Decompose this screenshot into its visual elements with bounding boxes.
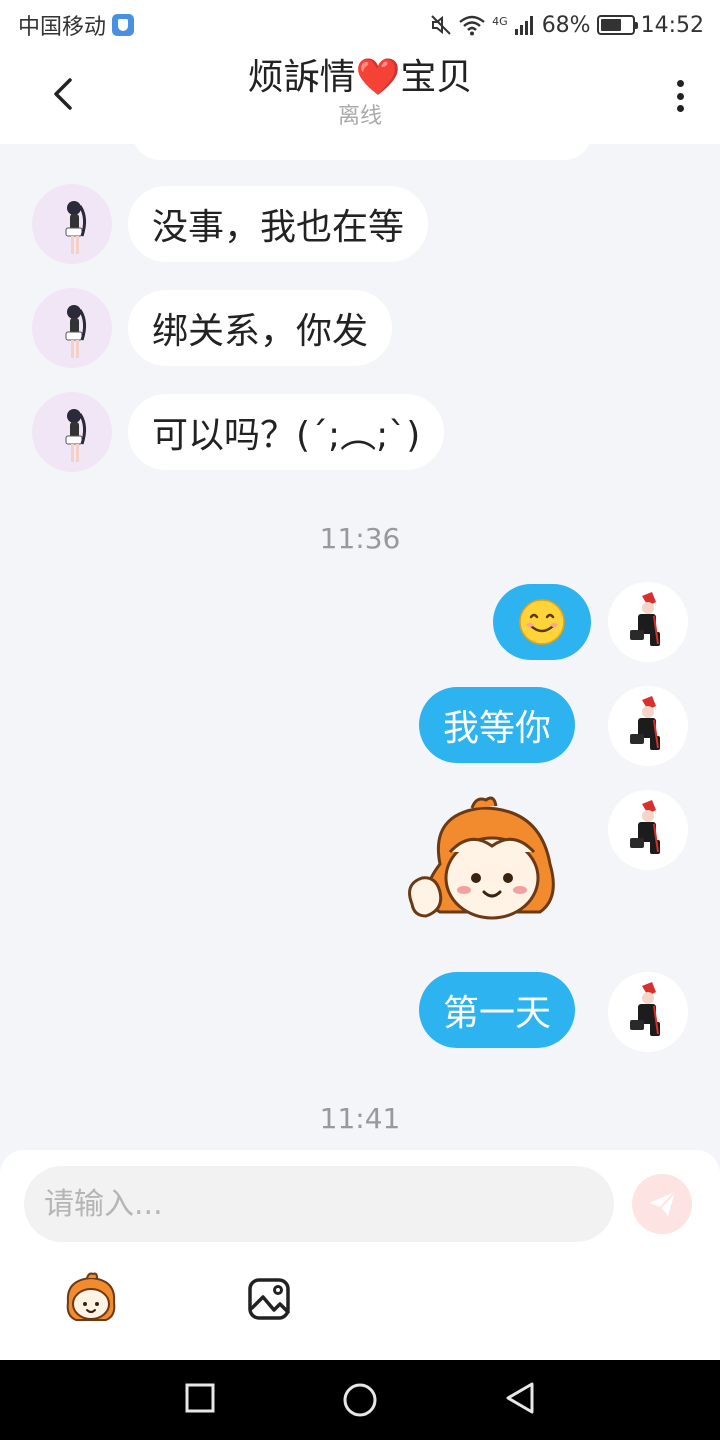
triangle-back-icon xyxy=(506,1382,534,1414)
chevron-left-icon xyxy=(54,78,72,110)
previous-message-bubble xyxy=(132,144,592,160)
time-divider: 11:36 xyxy=(319,522,401,555)
incoming-message-bubble[interactable]: 绑关系，你发 xyxy=(128,290,393,366)
recent-apps-button[interactable] xyxy=(182,1380,222,1420)
mute-icon xyxy=(431,15,451,35)
orange-hair-girl-sticker[interactable] xyxy=(400,794,570,934)
contact-avatar[interactable] xyxy=(32,288,112,368)
outgoing-message-bubble[interactable]: 第一天 xyxy=(419,972,576,1048)
more-options-button[interactable] xyxy=(666,76,694,116)
contact-avatar[interactable] xyxy=(32,184,112,264)
chat-area[interactable]: 没事，我也在等 绑关系，你发 可以吗？(´;︵;`) 11:36 我等你 第一天… xyxy=(0,144,720,1150)
red-hair-character-avatar-icon xyxy=(608,686,688,766)
red-hair-character-avatar-icon xyxy=(608,790,688,870)
chat-header: 烦訴情❤️宝贝 离线 xyxy=(0,50,720,144)
red-hair-character-avatar-icon xyxy=(608,582,688,662)
send-button[interactable] xyxy=(632,1174,692,1234)
online-status: 离线 xyxy=(337,104,382,129)
my-avatar[interactable] xyxy=(608,972,688,1052)
my-avatar[interactable] xyxy=(608,686,688,766)
incoming-message-bubble[interactable]: 可以吗？(´;︵;`) xyxy=(128,394,445,470)
battery-percent: 68% xyxy=(541,12,591,38)
contact-avatar[interactable] xyxy=(32,392,112,472)
status-bar: 中国移动 4G 68% 14:52 xyxy=(0,0,720,50)
back-button[interactable] xyxy=(40,72,84,116)
carrier-name: 中国移动 xyxy=(18,15,107,40)
more-vertical-icon xyxy=(676,80,684,87)
system-navigation-bar xyxy=(0,1360,720,1440)
anime-girl-avatar-icon xyxy=(32,184,112,264)
circle-icon xyxy=(343,1383,377,1417)
signal-icon xyxy=(514,16,533,35)
input-panel xyxy=(0,1150,720,1360)
sticker-face-icon xyxy=(408,796,555,920)
anime-girl-avatar-icon xyxy=(32,392,112,472)
more-dot xyxy=(676,105,684,112)
back-nav-button[interactable] xyxy=(502,1380,542,1420)
header-center: 烦訴情❤️宝贝 离线 xyxy=(140,54,580,132)
incoming-message-bubble[interactable]: 没事，我也在等 xyxy=(128,186,429,262)
security-shield-icon xyxy=(112,14,135,36)
battery-level xyxy=(600,19,621,31)
red-hair-character-avatar-icon xyxy=(608,972,688,1052)
square-icon xyxy=(185,1383,215,1413)
battery-icon xyxy=(596,15,638,35)
my-avatar[interactable] xyxy=(608,790,688,870)
outgoing-emoji-bubble[interactable] xyxy=(493,584,591,660)
sticker-button[interactable] xyxy=(60,1272,122,1324)
network-type: 4G xyxy=(492,14,508,28)
image-button[interactable] xyxy=(246,1276,294,1322)
smiling-face-icon xyxy=(519,599,565,645)
wifi-icon xyxy=(459,15,485,36)
home-button[interactable] xyxy=(340,1380,380,1420)
message-input[interactable] xyxy=(24,1166,614,1242)
image-icon xyxy=(248,1278,290,1320)
contact-name: 烦訴情❤️宝贝 xyxy=(247,57,473,98)
sticker-face-icon xyxy=(66,1272,116,1321)
more-dot xyxy=(676,92,684,100)
anime-girl-avatar-icon xyxy=(32,288,112,368)
status-left: 中国移动 xyxy=(18,9,135,41)
time-divider: 11:41 xyxy=(319,1102,401,1135)
outgoing-message-bubble[interactable]: 我等你 xyxy=(419,687,576,763)
paper-plane-icon xyxy=(649,1191,676,1216)
status-right: 4G 68% 14:52 xyxy=(430,13,704,38)
clock: 14:52 xyxy=(640,12,704,38)
my-avatar[interactable] xyxy=(608,582,688,662)
